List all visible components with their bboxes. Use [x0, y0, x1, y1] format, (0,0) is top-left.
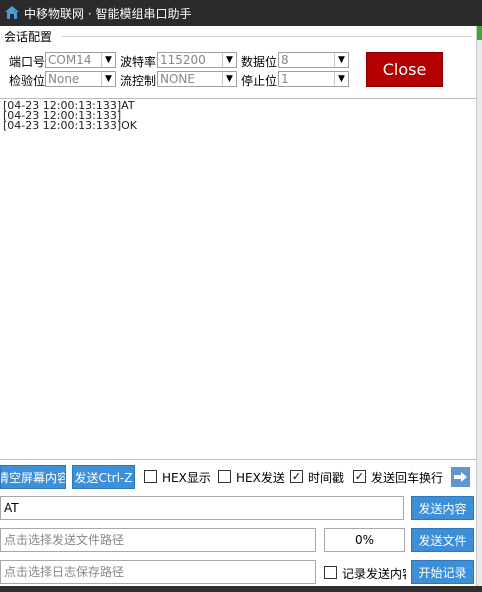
house-icon [5, 6, 19, 19]
send-file-path-field[interactable]: 点击选择发送文件路径 [0, 528, 316, 552]
chevron-down-icon[interactable]: ▼ [101, 53, 115, 67]
send-file-button[interactable]: 发送文件 [411, 528, 474, 552]
record-send-checkbox[interactable] [324, 566, 337, 579]
timestamp-label: 时间戳 [308, 471, 345, 485]
timestamp-checkbox[interactable]: ✓ [290, 470, 303, 483]
send-newline-label: 发送回车换行 [371, 471, 444, 485]
send-content-button[interactable]: 发送内容 [411, 496, 474, 520]
baud-select[interactable]: 115200 ▼ [157, 52, 237, 68]
databits-label: 数据位 [241, 55, 277, 69]
status-indicator [477, 26, 482, 40]
record-send-label: 记录发送内容 [342, 567, 406, 581]
send-newline-checkbox[interactable]: ✓ [353, 470, 366, 483]
stopbits-label: 停止位 [241, 74, 277, 88]
bottom-border [0, 586, 482, 592]
close-port-button[interactable]: Close [366, 52, 443, 87]
clear-screen-button[interactable]: 清空屏幕内容 [0, 465, 66, 489]
databits-value: 8 [281, 53, 289, 67]
chevron-down-icon[interactable]: ▼ [334, 72, 348, 86]
log-save-path-field[interactable]: 点击选择日志保存路径 [0, 560, 316, 584]
send-input[interactable]: AT [0, 496, 404, 520]
hex-display-label: HEX显示 [162, 471, 211, 485]
file-progress: 0% [324, 528, 405, 552]
port-select[interactable]: COM14 ▼ [45, 52, 116, 68]
parity-label: 检验位 [9, 74, 45, 88]
title-bar: 中移物联网 · 智能模组串口助手 [0, 0, 482, 26]
parity-select[interactable]: None ▼ [45, 71, 116, 87]
hex-display-checkbox[interactable] [144, 470, 157, 483]
send-ctrl-z-button[interactable]: 发送Ctrl-Z [72, 465, 135, 489]
checkmark-icon: ✓ [354, 470, 365, 483]
parity-value: None [48, 72, 80, 86]
baud-value: 115200 [160, 53, 206, 67]
hex-send-label: HEX发送 [236, 471, 285, 485]
chevron-down-icon[interactable]: ▼ [101, 72, 115, 86]
checkmark-icon: ✓ [291, 470, 302, 483]
stopbits-value: 1 [281, 72, 289, 86]
baud-label: 波特率 [120, 55, 156, 69]
hex-send-checkbox[interactable] [218, 470, 231, 483]
chevron-down-icon[interactable]: ▼ [222, 53, 236, 67]
window-title: 中移物联网 · 智能模组串口助手 [24, 6, 192, 21]
flow-select[interactable]: NONE ▼ [157, 71, 237, 87]
group-divider [62, 36, 472, 37]
chevron-down-icon[interactable]: ▼ [334, 53, 348, 67]
databits-select[interactable]: 8 ▼ [278, 52, 349, 68]
log-line: [04-23 12:00:13:133]OK [3, 119, 138, 132]
session-group-title: 会话配置 [4, 30, 53, 44]
receive-log-area[interactable]: [04-23 12:00:13:133]AT [04-23 12:00:13:1… [0, 98, 476, 460]
flow-value: NONE [160, 72, 195, 86]
stopbits-select[interactable]: 1 ▼ [278, 71, 349, 87]
port-label: 端口号 [9, 55, 45, 69]
side-strip [476, 26, 482, 592]
chevron-down-icon[interactable]: ▼ [222, 72, 236, 86]
start-log-button[interactable]: 开始记录 [411, 560, 474, 584]
port-value: COM14 [48, 53, 92, 67]
arrow-right-icon[interactable] [451, 467, 470, 487]
flow-label: 流控制 [120, 74, 156, 88]
